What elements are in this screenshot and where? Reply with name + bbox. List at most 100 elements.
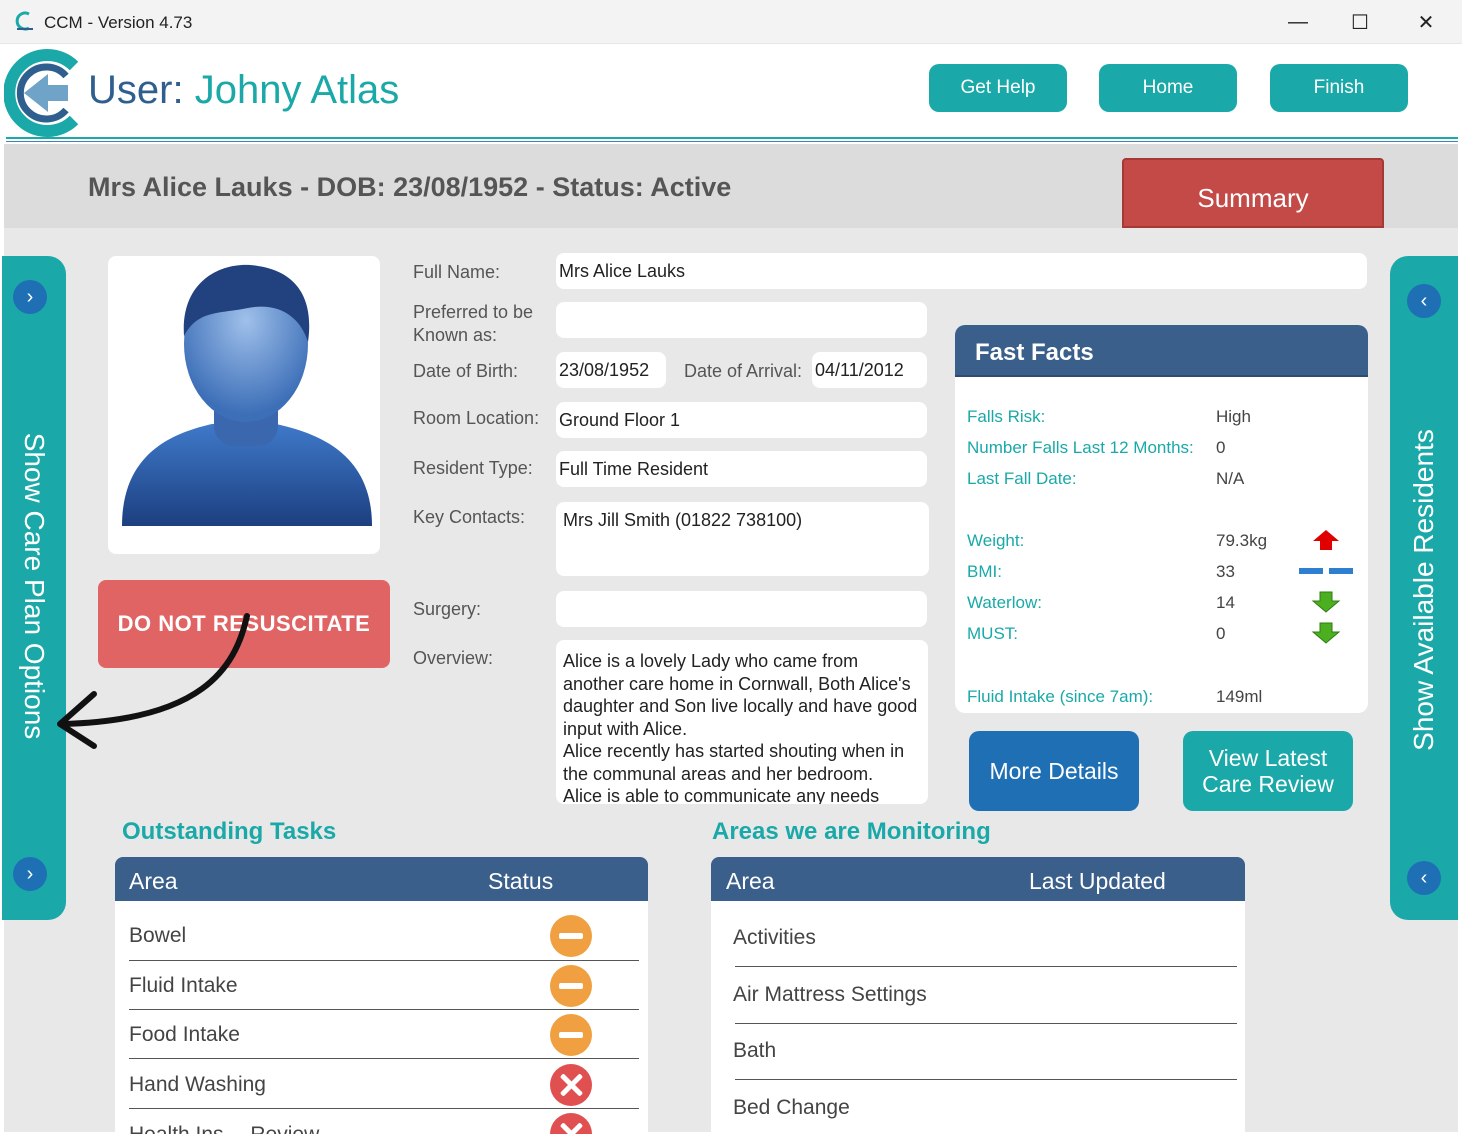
full-name-field[interactable]: Mrs Alice Lauks xyxy=(556,253,1367,289)
user-prefix: User: xyxy=(88,68,184,112)
task-row-label[interactable]: Bowel xyxy=(129,924,186,948)
key-contacts-field[interactable]: Mrs Jill Smith (01822 738100) xyxy=(556,502,929,576)
waterlow-value: 14 xyxy=(1216,593,1235,612)
ccm-logo xyxy=(4,49,79,137)
preferred-label-2: Known as: xyxy=(413,325,498,345)
col-area: Area xyxy=(726,868,775,894)
monitoring-row-label[interactable]: Air Mattress Settings xyxy=(733,983,927,1007)
overdue-status-icon xyxy=(550,1064,592,1106)
more-details-button[interactable]: More Details xyxy=(969,731,1139,811)
app-header: User: Johny Atlas Get Help Home Finish xyxy=(0,44,1462,140)
overview-field[interactable]: Alice is a lovely Lady who came from ano… xyxy=(556,640,928,804)
contacts-label: Key Contacts: xyxy=(413,507,526,527)
overdue-status-icon xyxy=(550,1113,592,1134)
overview-label: Overview: xyxy=(413,648,494,668)
table-header: Area Last Updated xyxy=(711,857,1245,901)
chevron-left-icon[interactable]: ‹ xyxy=(1407,861,1441,895)
current-user: User: Johny Atlas xyxy=(88,68,399,113)
minimize-button[interactable]: — xyxy=(1278,8,1318,36)
arrival-field[interactable]: 04/11/2012 xyxy=(812,352,927,388)
surgery-field[interactable] xyxy=(556,591,927,627)
header-divider xyxy=(6,137,1458,139)
user-name: Johny Atlas xyxy=(194,68,400,112)
monitoring-title: Areas we are Monitoring xyxy=(712,818,991,845)
overview-line: input with Alice. xyxy=(563,718,688,739)
task-row-label[interactable]: Health Ins… Review xyxy=(129,1123,319,1134)
window-title: CCM - Version 4.73 xyxy=(44,13,193,32)
fluid-intake-label: Fluid Intake (since 7am): xyxy=(967,687,1154,706)
last-fall-value: N/A xyxy=(1216,469,1245,488)
falls-risk-value: High xyxy=(1216,407,1251,426)
close-button[interactable]: ✕ xyxy=(1406,8,1446,36)
table-header: Area Status xyxy=(115,857,648,901)
overview-line: another care home in Cornwall, Both Alic… xyxy=(563,673,911,694)
col-last-updated: Last Updated xyxy=(1029,868,1166,894)
trend-up-icon xyxy=(1313,530,1339,550)
row-divider xyxy=(735,1079,1237,1080)
monitoring-row-label[interactable]: Activities xyxy=(733,926,816,950)
dob-label: Date of Birth: xyxy=(413,361,519,381)
overview-line: Alice is a lovely Lady who came from xyxy=(563,651,859,671)
chevron-right-icon[interactable]: › xyxy=(13,280,47,314)
task-row-label[interactable]: Food Intake xyxy=(129,1023,240,1047)
monitoring-row-label[interactable]: Bath xyxy=(733,1039,776,1063)
pending-status-icon xyxy=(550,1014,592,1056)
available-residents-label: Show Available Residents xyxy=(1408,429,1439,751)
row-divider xyxy=(129,1009,639,1010)
bmi-value: 33 xyxy=(1216,562,1235,581)
weight-value: 79.3kg xyxy=(1216,531,1268,550)
chevron-right-icon[interactable]: › xyxy=(13,857,47,891)
outstanding-tasks-table: Area Status Bowel Fluid Intake Food Inta… xyxy=(115,857,648,1134)
surgery-label: Surgery: xyxy=(413,599,482,619)
overview-line: Alice is able to communicate any needs xyxy=(563,786,880,804)
falls-count-value: 0 xyxy=(1216,438,1226,457)
view-care-review-button[interactable]: View Latest Care Review xyxy=(1183,731,1353,811)
col-status: Status xyxy=(488,868,554,894)
summary-button[interactable]: Summary xyxy=(1122,158,1384,228)
app-icon xyxy=(15,11,33,31)
fast-facts-panel: Fast Facts Falls Risk: High Number Falls… xyxy=(955,325,1368,713)
waterlow-label: Waterlow: xyxy=(967,593,1042,612)
must-value: 0 xyxy=(1216,624,1226,643)
resident-type-field[interactable]: Full Time Resident xyxy=(556,451,927,487)
bmi-label: BMI: xyxy=(967,562,1002,581)
home-button[interactable]: Home xyxy=(1099,64,1237,112)
preferred-name-field[interactable] xyxy=(556,302,927,338)
row-divider xyxy=(735,966,1237,967)
header-divider-thin xyxy=(6,141,1458,142)
window-titlebar: CCM - Version 4.73 — ☐ ✕ xyxy=(0,0,1462,44)
maximize-button[interactable]: ☐ xyxy=(1340,8,1380,36)
room-label: Room Location: xyxy=(413,408,540,428)
row-divider xyxy=(129,1058,639,1059)
finish-button[interactable]: Finish xyxy=(1270,64,1408,112)
chevron-left-icon[interactable]: ‹ xyxy=(1407,284,1441,318)
arrival-label: Date of Arrival: xyxy=(684,361,803,381)
care-plan-options-label: Show Care Plan Options xyxy=(19,432,50,740)
pending-status-icon xyxy=(550,915,592,957)
task-row-label[interactable]: Fluid Intake xyxy=(129,974,238,998)
falls-count-label: Number Falls Last 12 Months: xyxy=(967,438,1194,457)
trend-down-icon xyxy=(1311,591,1341,613)
care-plan-options-panel[interactable]: › Show Care Plan Options › xyxy=(2,256,66,920)
falls-risk-label: Falls Risk: xyxy=(967,407,1046,426)
fast-facts-title: Fast Facts xyxy=(955,325,1368,377)
monitoring-row-label[interactable]: Bed Change xyxy=(733,1096,850,1120)
annotation-arrow-icon xyxy=(57,613,250,749)
dob-field[interactable]: 23/08/1952 xyxy=(556,352,666,388)
type-label: Resident Type: xyxy=(413,458,533,478)
must-label: MUST: xyxy=(967,624,1018,643)
task-row-label[interactable]: Hand Washing xyxy=(129,1073,266,1097)
trend-same-icon xyxy=(1299,568,1353,574)
person-silhouette-icon xyxy=(122,264,372,526)
get-help-button[interactable]: Get Help xyxy=(929,64,1067,112)
resident-title: Mrs Alice Lauks - DOB: 23/08/1952 - Stat… xyxy=(88,172,732,202)
row-divider xyxy=(129,1108,639,1109)
weight-label: Weight: xyxy=(967,531,1025,550)
room-field[interactable]: Ground Floor 1 xyxy=(556,402,927,438)
review-button-line2: Care Review xyxy=(1202,771,1334,797)
outstanding-tasks-title: Outstanding Tasks xyxy=(122,818,337,845)
row-divider xyxy=(735,1023,1237,1024)
overview-line: Alice recently has started shouting when… xyxy=(563,741,905,761)
preferred-label-1: Preferred to be xyxy=(413,302,534,322)
available-residents-panel[interactable]: ‹ Show Available Residents ‹ xyxy=(1390,256,1458,920)
